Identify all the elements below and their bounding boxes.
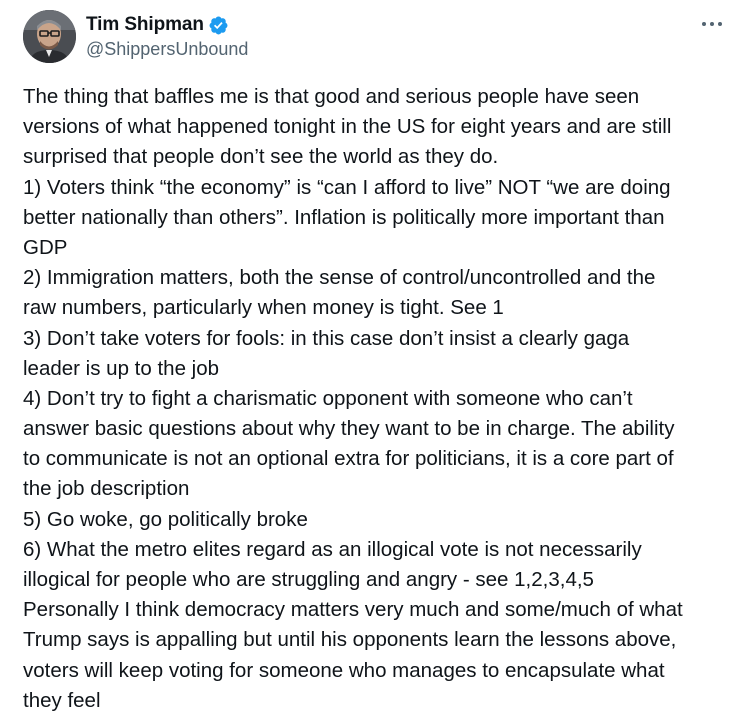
tweet-text-line: GDP — [23, 235, 68, 259]
tweet-text-line: answer basic questions about why they wa… — [23, 417, 675, 441]
author-display-name[interactable]: Tim Shipman — [86, 14, 204, 36]
tweet-text-line: 2) Immigration matters, both the sense o… — [23, 266, 656, 290]
tweet-text-line: illogical for people who are struggling … — [23, 568, 594, 591]
tweet-text-line: Trump says is appalling but until his op… — [23, 628, 677, 652]
tweet-text-line: 1) Voters think “the economy” is “can I … — [23, 175, 671, 199]
tweet-text-line: they feel — [23, 688, 101, 712]
avatar[interactable] — [23, 10, 76, 63]
tweet-text-line: 6) What the metro elites regard as an il… — [23, 537, 642, 561]
tweet-text-line: Personally I think democracy matters ver… — [23, 598, 683, 622]
user-avatar-photo — [23, 10, 76, 63]
tweet-text-line: the job description — [23, 477, 190, 501]
tweet-text-line: surprised that people don’t see the worl… — [23, 145, 499, 169]
more-horizontal-icon[interactable] — [702, 12, 722, 36]
verified-badge-icon — [208, 15, 229, 36]
tweet-text-line: voters will keep voting for someone who … — [23, 658, 665, 682]
tweet-text-line: The thing that baffles me is that good a… — [23, 85, 640, 108]
tweet-text-line: versions of what happened tonight in the… — [23, 115, 672, 139]
tweet-text-line: 5) Go woke, go politically broke — [23, 507, 308, 531]
author-name-row: Tim Shipman — [86, 12, 229, 38]
tweet-card: Tim Shipman @ShippersUnbound The thing t… — [0, 0, 737, 716]
tweet-text-line: to communicate is not an optional extra … — [23, 447, 674, 471]
tweet-text-line: 4) Don’t try to fight a charismatic oppo… — [23, 386, 633, 410]
tweet-text-line: 3) Don’t take voters for fools: in this … — [23, 326, 630, 350]
tweet-text-line: raw numbers, particularly when money is … — [23, 296, 504, 320]
tweet-text-line: leader is up to the job — [23, 356, 220, 380]
author-handle[interactable]: @ShippersUnbound — [86, 39, 248, 60]
tweet-text-line: better nationally than others”. Inflatio… — [23, 205, 665, 229]
tweet-text: The thing that baffles me is that good a… — [23, 82, 735, 716]
